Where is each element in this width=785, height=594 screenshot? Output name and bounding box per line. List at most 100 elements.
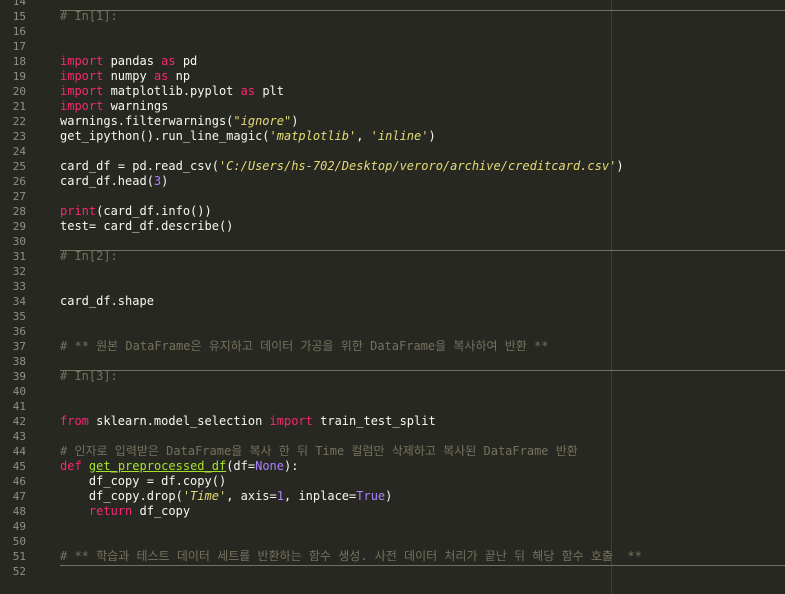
line-code[interactable]: get_ipython().run_line_magic('matplotlib… [60, 129, 436, 144]
code-line[interactable]: 32 [0, 264, 785, 279]
line-number: 20 [12, 85, 26, 98]
code-line[interactable]: 52 [0, 564, 785, 579]
code-token: df_copy [132, 504, 191, 518]
code-line[interactable]: 25 card_df = pd.read_csv('C:/Users/hs-702… [0, 159, 785, 174]
code-line[interactable]: 45 def get_preprocessed_df(df=None): [0, 459, 785, 474]
line-number: 22 [12, 115, 26, 128]
code-line[interactable]: 22 warnings.filterwarnings("ignore") [0, 114, 785, 129]
line-code[interactable]: df_copy = df.copy() [60, 474, 226, 489]
code-token: ) [616, 159, 624, 173]
code-token: card_df = pd.read_csv( [60, 159, 219, 173]
code-token: import [60, 84, 104, 98]
code-line[interactable]: 27 [0, 189, 785, 204]
code-token: as [161, 54, 176, 68]
code-token: card_df.shape [60, 294, 154, 308]
line-code[interactable]: card_df.shape [60, 294, 154, 309]
line-number: 27 [12, 190, 26, 203]
code-line[interactable]: 20 import matplotlib.pyplot as plt [0, 84, 785, 99]
code-line[interactable]: 16 [0, 24, 785, 39]
code-token: pd [175, 54, 198, 68]
code-line[interactable]: 51 # ** 학습과 테스트 데이터 세트를 반환하는 함수 생성. 사전 데이… [0, 549, 785, 564]
line-number: 52 [12, 565, 26, 578]
line-code[interactable]: warnings.filterwarnings("ignore") [60, 114, 298, 129]
line-number: 14 [12, 0, 26, 8]
code-line[interactable]: 40 [0, 384, 785, 399]
line-number: 26 [12, 175, 26, 188]
code-line[interactable]: 49 [0, 519, 785, 534]
code-lines[interactable]: 14 15 # In[1]: 16 17 18 import pandas as pd 19 i… [0, 0, 785, 579]
code-line[interactable]: 46 df_copy = df.copy() [0, 474, 785, 489]
code-line[interactable]: 30 [0, 234, 785, 249]
code-token: # In[1]: [60, 9, 118, 23]
code-line[interactable]: 39 # In[3]: [0, 369, 785, 384]
line-code[interactable]: import warnings [60, 99, 168, 114]
code-line[interactable]: 18 import pandas as pd [0, 54, 785, 69]
line-code[interactable]: card_df = pd.read_csv('C:/Users/hs-702/D… [60, 159, 624, 174]
code-token: as [240, 84, 256, 98]
code-line[interactable]: 19 import numpy as np [0, 69, 785, 84]
code-line[interactable]: 37 # ** 원본 DataFrame은 유지하고 데이터 가공을 위한 Dat… [0, 339, 785, 354]
code-line[interactable]: 21 import warnings [0, 99, 785, 114]
line-number: 19 [12, 70, 26, 83]
line-code[interactable]: # In[1]: [60, 9, 118, 24]
code-token: warnings [103, 99, 169, 113]
code-line[interactable]: 41 [0, 399, 785, 414]
code-token: # In[2]: [60, 249, 118, 263]
code-token: as [153, 69, 169, 83]
code-line[interactable]: 33 [0, 279, 785, 294]
code-line[interactable]: 14 [0, 0, 785, 9]
line-code[interactable]: # ** 원본 DataFrame은 유지하고 데이터 가공을 위한 DataF… [60, 339, 549, 354]
code-editor[interactable]: 14 15 # In[1]: 16 17 18 import pandas as pd 19 i… [0, 0, 785, 594]
code-line[interactable]: 38 [0, 354, 785, 369]
code-line[interactable]: 26 card_df.head(3) [0, 174, 785, 189]
line-number: 23 [12, 130, 26, 143]
code-line[interactable]: 44 # 인자로 입력받은 DataFrame을 복사 한 뒤 Time 컬럼만 … [0, 444, 785, 459]
code-line[interactable]: 15 # In[1]: [0, 9, 785, 24]
code-token: sklearn.model_selection [88, 414, 270, 428]
code-token: import [60, 99, 104, 113]
line-code[interactable]: return df_copy [60, 504, 190, 519]
code-token: # 인자로 입력받은 DataFrame을 복사 한 뒤 Time 컬럼만 삭제… [60, 444, 578, 458]
code-line[interactable]: 50 [0, 534, 785, 549]
line-code[interactable]: # 인자로 입력받은 DataFrame을 복사 한 뒤 Time 컬럼만 삭제… [60, 444, 578, 459]
code-line[interactable]: 28 print(card_df.info()) [0, 204, 785, 219]
line-code[interactable]: import numpy as np [60, 69, 190, 84]
line-code[interactable]: df_copy.drop('Time', axis=1, inplace=Tru… [60, 489, 393, 504]
code-token: numpy [103, 69, 154, 83]
code-line[interactable]: 35 [0, 309, 785, 324]
line-number: 28 [12, 205, 26, 218]
line-number: 18 [12, 55, 26, 68]
line-code[interactable]: # ** 학습과 테스트 데이터 세트를 반환하는 함수 생성. 사전 데이터 … [60, 549, 642, 564]
code-line[interactable]: 47 df_copy.drop('Time', axis=1, inplace=… [0, 489, 785, 504]
line-number: 41 [12, 400, 26, 413]
cell-separator [60, 370, 785, 371]
code-line[interactable]: 17 [0, 39, 785, 54]
line-code[interactable]: def get_preprocessed_df(df=None): [60, 459, 298, 474]
line-code[interactable]: card_df.head(3) [60, 174, 168, 189]
code-token: print [60, 204, 97, 218]
code-line[interactable]: 36 [0, 324, 785, 339]
line-number: 32 [12, 265, 26, 278]
line-code[interactable]: from sklearn.model_selection import trai… [60, 414, 436, 429]
code-token: pandas [103, 54, 162, 68]
line-code[interactable]: print(card_df.info()) [60, 204, 212, 219]
code-line[interactable]: 48 return df_copy [0, 504, 785, 519]
line-code[interactable]: import matplotlib.pyplot as plt [60, 84, 284, 99]
code-line[interactable]: 42 from sklearn.model_selection import tr… [0, 414, 785, 429]
line-number: 40 [12, 385, 26, 398]
code-line[interactable]: 31 # In[2]: [0, 249, 785, 264]
line-code[interactable]: # In[3]: [60, 369, 118, 384]
code-line[interactable]: 23 get_ipython().run_line_magic('matplotl… [0, 129, 785, 144]
code-line[interactable]: 43 [0, 429, 785, 444]
code-line[interactable]: 34 card_df.shape [0, 294, 785, 309]
code-token: return [88, 504, 133, 518]
line-code[interactable]: import pandas as pd [60, 54, 197, 69]
line-number: 33 [12, 280, 26, 293]
code-token: , inplace= [284, 489, 357, 503]
code-line[interactable]: 29 test= card_df.describe() [0, 219, 785, 234]
code-token: get_preprocessed_df [88, 459, 227, 473]
code-line[interactable]: 24 [0, 144, 785, 159]
code-token: , [356, 129, 371, 143]
line-code[interactable]: test= card_df.describe() [60, 219, 233, 234]
line-code[interactable]: # In[2]: [60, 249, 118, 264]
